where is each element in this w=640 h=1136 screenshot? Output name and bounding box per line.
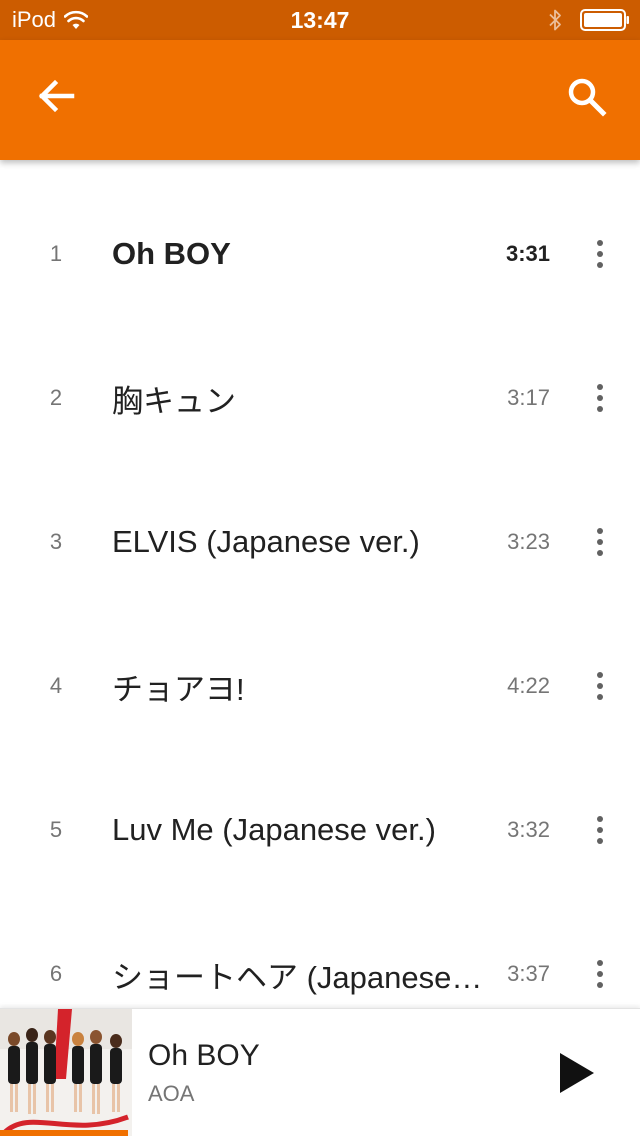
more-vert-icon <box>597 528 603 556</box>
track-more-button[interactable] <box>580 518 620 566</box>
more-vert-icon <box>597 240 603 268</box>
music-app-screen: iPod 13:47 1 Oh BOY 3:31 2 胸キュン 3:17 3 E… <box>0 0 640 1136</box>
track-title: チョアヨ! <box>112 671 245 707</box>
track-list: 1 Oh BOY 3:31 2 胸キュン 3:17 3 ELVIS (Japan… <box>0 160 640 1008</box>
more-vert-icon <box>597 960 603 988</box>
status-time: 13:47 <box>290 7 350 33</box>
track-title: ショートヘア (Japanese ver.) <box>112 959 490 995</box>
track-title: Luv Me (Japanese ver.) <box>112 812 436 847</box>
track-row[interactable]: 5 Luv Me (Japanese ver.) 3:32 <box>0 758 640 902</box>
track-duration: 3:17 <box>507 385 550 410</box>
track-title: Oh BOY <box>112 236 231 271</box>
track-row[interactable]: 6 ショートヘア (Japanese ver.) 3:37 <box>0 902 640 1008</box>
track-row[interactable]: 1 Oh BOY 3:31 <box>0 182 640 326</box>
track-row[interactable]: 4 チョアヨ! 4:22 <box>0 614 640 758</box>
playback-progress-bar[interactable] <box>0 1130 640 1136</box>
track-row[interactable]: 3 ELVIS (Japanese ver.) 3:23 <box>0 470 640 614</box>
album-art[interactable] <box>0 1009 132 1136</box>
play-button[interactable] <box>542 1043 602 1103</box>
search-button[interactable] <box>556 66 616 126</box>
more-vert-icon <box>597 384 603 412</box>
track-more-button[interactable] <box>580 806 620 854</box>
track-number: 6 <box>49 961 63 986</box>
play-icon <box>560 1053 594 1093</box>
app-bar <box>0 40 640 160</box>
track-row[interactable]: 2 胸キュン 3:17 <box>0 326 640 470</box>
search-icon <box>568 78 607 117</box>
track-title: ELVIS (Japanese ver.) <box>112 524 420 559</box>
playback-progress-fill <box>0 1130 128 1136</box>
track-duration: 3:32 <box>507 817 550 842</box>
track-number: 3 <box>49 529 63 554</box>
now-playing-artist: AOA <box>148 1081 195 1106</box>
track-number: 5 <box>49 817 63 842</box>
bluetooth-icon <box>549 9 561 31</box>
track-title: 胸キュン <box>112 383 236 419</box>
track-more-button[interactable] <box>580 950 620 998</box>
status-bar: iPod 13:47 <box>0 0 640 40</box>
track-duration: 3:37 <box>507 961 550 986</box>
back-button[interactable] <box>26 66 86 126</box>
track-duration: 3:23 <box>507 529 550 554</box>
back-arrow-icon <box>38 79 75 113</box>
track-duration: 4:22 <box>507 673 550 698</box>
track-more-button[interactable] <box>580 230 620 278</box>
track-number: 2 <box>49 385 63 410</box>
track-more-button[interactable] <box>580 662 620 710</box>
now-playing-bar[interactable]: Oh BOY AOA <box>0 1008 640 1136</box>
track-number: 4 <box>49 673 63 698</box>
track-more-button[interactable] <box>580 374 620 422</box>
track-duration: 3:31 <box>505 241 550 266</box>
album-art-image <box>0 1009 132 1136</box>
status-right <box>548 8 630 32</box>
battery-icon <box>580 9 629 31</box>
more-vert-icon <box>597 816 603 844</box>
now-playing-title: Oh BOY <box>148 1039 260 1072</box>
more-vert-icon <box>597 672 603 700</box>
track-number: 1 <box>49 241 63 266</box>
